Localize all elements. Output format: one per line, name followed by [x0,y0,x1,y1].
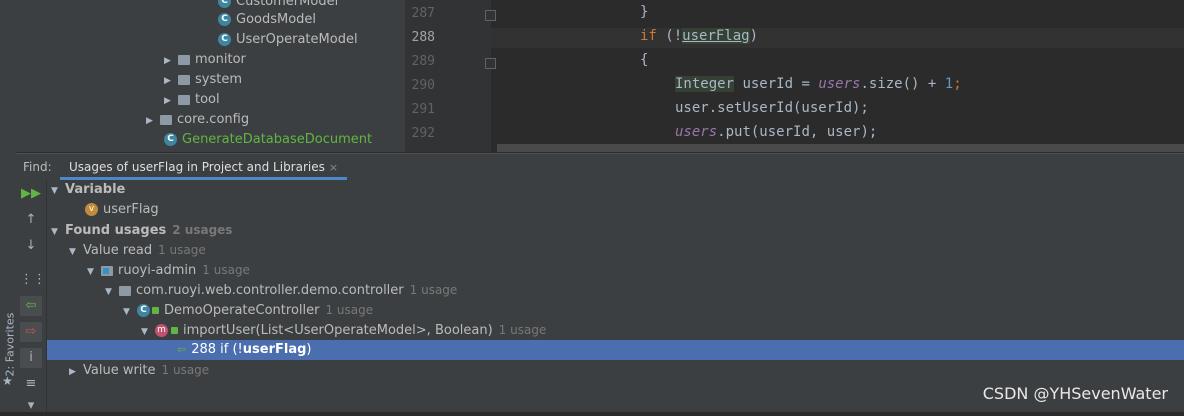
line-number: 290 [411,78,435,93]
code-line-288: if (!userFlag) [640,28,759,44]
class-icon: C [218,13,231,26]
more-icon[interactable]: ▾ [20,396,42,416]
previous-occurrence-icon[interactable]: ↑ [20,210,42,230]
code-editor[interactable]: 287 288 289 290 291 292 } if (!userFlag)… [405,0,1184,152]
tree-item-tool[interactable]: ▶ tool [164,90,220,110]
tree-item-generate-database-document[interactable]: C GenerateDatabaseDocument [164,130,372,150]
folder-icon [178,94,190,105]
find-tool-buttons: ▶▶ ↑ ↓ ⋮⋮ ⇦ ⇨ i ≡ ▾ [16,180,47,413]
code-line-289: { [640,52,649,68]
tree-node-value-write[interactable]: ▶ Value write 1 usage [47,360,1184,380]
code-line-292: users.put(userId, user); [675,124,878,140]
group-by-icon[interactable]: ⋮⋮ [20,270,46,290]
tree-node-package[interactable]: ▼ com.ruoyi.web.controller.demo.controlle… [47,280,1184,300]
chevron-right-icon[interactable]: ▶ [164,51,178,71]
tree-node-variable[interactable]: ▼ Variable [47,180,1184,200]
chevron-down-icon[interactable]: ▼ [141,322,155,342]
align-icon[interactable]: ≡ [20,374,42,394]
tree-node-class[interactable]: ▼ C DemoOperateController 1 usage [47,300,1184,320]
chevron-down-icon[interactable]: ▼ [87,262,101,282]
fold-marker-icon[interactable] [485,58,496,69]
chevron-right-icon[interactable]: ▶ [69,362,83,382]
tree-node-usage-line[interactable]: ⇦ 288 if (!userFlag) [47,340,1184,360]
chevron-down-icon[interactable]: ▼ [69,242,83,262]
tree-item-core-config[interactable]: ▶ core.config [146,110,249,130]
fold-marker-icon[interactable] [485,10,496,21]
code-line-291: user.setUserId(userId); [675,100,869,116]
info-icon[interactable]: i [20,348,42,368]
tree-node-found-usages[interactable]: ▼ Found usages 2 usages [47,220,1184,240]
rerun-icon[interactable]: ▶▶ [20,184,42,204]
chevron-down-icon[interactable]: ▼ [123,302,137,322]
tree-node-module[interactable]: ▼ ruoyi-admin 1 usage [47,260,1184,280]
favorites-strip: 2: Favorites ★ [0,0,17,412]
folder-icon [178,74,190,85]
tree-node-value-read[interactable]: ▼ Value read 1 usage [47,240,1184,260]
code-line-287: } [640,4,649,20]
class-icon: C [218,33,231,46]
watermark: CSDN @YHSevenWater [982,384,1168,403]
find-label: Find: [23,160,52,174]
tree-item-user-operate-model[interactable]: C UserOperateModel [218,30,358,50]
folder-icon [160,114,172,125]
tree-node-method[interactable]: ▼ m importUser(List<UserOperateModel>, Boo… [47,320,1184,340]
read-access-icon[interactable]: ⇦ [20,296,42,316]
line-number: 292 [411,126,435,141]
public-lock-icon [152,307,159,314]
tab-usages-of-userflag[interactable]: Usages of userFlag in Project and Librar… [60,154,348,180]
find-toolwindow-header: Find: Usages of userFlag in Project and … [16,153,1184,181]
tree-item-goods-model[interactable]: C GoodsModel [218,10,316,30]
package-icon [119,285,131,296]
folder-icon [178,54,190,65]
public-lock-icon [171,327,178,334]
line-number: 289 [411,54,435,69]
star-icon: ★ [2,374,13,388]
tree-item-monitor[interactable]: ▶ monitor [164,50,246,70]
code-line-290: Integer userId = users.size() + 1; [675,76,962,92]
chevron-down-icon[interactable]: ▼ [51,181,65,201]
chevron-right-icon[interactable]: ▶ [146,111,160,131]
class-icon: C [218,0,231,8]
runnable-class-icon: C [164,133,177,146]
editor-gutter: 287 288 289 290 291 292 [405,0,496,152]
favorites-tab[interactable]: 2: Favorites [4,297,17,377]
line-number: 291 [411,102,435,117]
line-number-current: 288 [411,30,435,45]
current-line-highlight [491,28,1184,48]
close-icon[interactable]: × [329,161,338,174]
class-icon: C [137,304,150,317]
read-usage-icon: ⇦ [177,343,187,356]
chevron-right-icon[interactable]: ▶ [164,71,178,91]
tree-item-system[interactable]: ▶ system [164,70,242,90]
write-access-icon[interactable]: ⇨ [20,322,42,342]
editor-horizontal-scrollbar[interactable] [497,144,1184,152]
chevron-down-icon[interactable]: ▼ [105,282,119,302]
project-tree: C CustomerModel C GoodsModel C UserOperateM… [16,0,405,152]
variable-icon: v [85,203,98,216]
chevron-down-icon[interactable]: ▼ [51,222,65,242]
line-number: 287 [411,6,435,21]
usages-results-tree[interactable]: ▼ Variable v userFlag ▼ Found usages 2 usage… [47,180,1184,412]
method-icon: m [155,324,168,337]
module-icon [101,265,113,276]
tree-node-variable-name[interactable]: v userFlag [47,200,1184,220]
chevron-right-icon[interactable]: ▶ [164,91,178,111]
next-occurrence-icon[interactable]: ↓ [20,236,42,256]
